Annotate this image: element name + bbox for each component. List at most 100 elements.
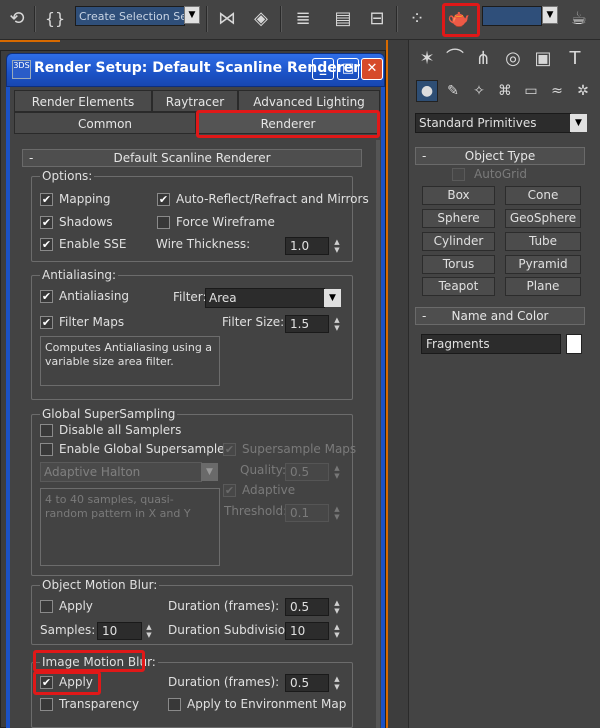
threshold-spinner[interactable]: 0.1 xyxy=(285,504,329,522)
object-blur-apply-checkbox[interactable] xyxy=(40,600,53,613)
shapes-icon[interactable]: ✎ xyxy=(440,78,466,104)
threshold-label: Threshold: xyxy=(224,504,288,518)
shadows-label: Shadows xyxy=(59,215,113,229)
supersample-maps-checkbox[interactable]: ✔ xyxy=(223,443,236,456)
chevron-down-icon[interactable]: ▼ xyxy=(184,6,200,24)
enable-sse-checkbox[interactable]: ✔ xyxy=(40,238,53,251)
collapse-icon[interactable]: - xyxy=(422,148,426,164)
curve-editor-icon[interactable]: ▤ xyxy=(330,6,356,32)
hierarchy-tab-icon[interactable]: ⋔ xyxy=(470,46,496,72)
spinner-arrows-icon[interactable]: ▲ ▼ xyxy=(332,316,342,334)
render-setup-highlight xyxy=(442,3,480,37)
wire-thickness-label: Wire Thickness: xyxy=(156,237,251,251)
layer-manager-icon[interactable]: ≣ xyxy=(290,6,316,32)
chevron-down-icon[interactable]: ▼ xyxy=(542,6,558,24)
spinner-arrows-icon[interactable]: ▲ ▼ xyxy=(144,623,154,641)
helpers-icon[interactable]: ▭ xyxy=(518,78,544,104)
spinner-arrows-icon[interactable]: ▲ ▼ xyxy=(332,505,342,523)
cylinder-button[interactable]: Cylinder xyxy=(422,232,495,251)
named-selection-icon[interactable]: {} xyxy=(42,6,68,32)
tab-common[interactable]: Common xyxy=(14,112,196,134)
schematic-view-icon[interactable]: ⊟ xyxy=(364,6,390,32)
cameras-icon[interactable]: ⌘ xyxy=(492,78,518,104)
sphere-button[interactable]: Sphere xyxy=(422,209,495,228)
auto-reflect-checkbox[interactable]: ✔ xyxy=(157,193,170,206)
filter-size-spinner[interactable]: 1.5 xyxy=(285,315,329,333)
systems-icon[interactable]: ✲ xyxy=(570,78,596,104)
cone-button[interactable]: Cone xyxy=(505,186,581,205)
utilities-tab-icon[interactable]: T xyxy=(562,46,588,72)
render-type-combo[interactable] xyxy=(482,6,542,26)
adaptive-checkbox[interactable]: ✔ xyxy=(223,484,236,497)
tab-advanced-lighting[interactable]: Advanced Lighting xyxy=(238,90,380,112)
autogrid-checkbox[interactable] xyxy=(452,168,465,181)
group-title: Options: xyxy=(40,169,95,183)
filter-maps-checkbox[interactable]: ✔ xyxy=(40,316,53,329)
samples-spinner[interactable]: 10 xyxy=(97,622,142,640)
antialiasing-checkbox[interactable]: ✔ xyxy=(40,290,53,303)
object-type-header[interactable]: - Object Type xyxy=(415,147,585,165)
object-type-title: Object Type xyxy=(464,149,536,163)
chevron-down-icon[interactable]: ▼ xyxy=(570,114,587,132)
apply-env-map-checkbox[interactable] xyxy=(168,698,181,711)
spacewarps-icon[interactable]: ≈ xyxy=(544,78,570,104)
3dsmax-app-icon: 3DS xyxy=(12,60,31,79)
tab-raytracer[interactable]: Raytracer xyxy=(152,90,238,112)
transparency-checkbox[interactable] xyxy=(40,698,53,711)
chevron-down-icon[interactable]: ▼ xyxy=(324,289,341,307)
spinner-arrows-icon[interactable]: ▲ ▼ xyxy=(332,675,342,693)
rollout-title: Default Scanline Renderer xyxy=(113,151,271,165)
mirror-icon[interactable]: ⋈ xyxy=(214,6,240,32)
spinner-arrows-icon[interactable]: ▲ ▼ xyxy=(332,464,342,482)
teapot-render-icon[interactable]: ☕ xyxy=(566,6,592,32)
tube-button[interactable]: Tube xyxy=(505,232,581,251)
spinner-arrows-icon[interactable]: ▲ ▼ xyxy=(332,599,342,617)
mapping-checkbox[interactable]: ✔ xyxy=(40,193,53,206)
rollout-header[interactable]: - Default Scanline Renderer xyxy=(22,149,362,167)
plane-button[interactable]: Plane xyxy=(505,277,581,296)
select-link-icon[interactable]: ⟲ xyxy=(4,6,30,32)
force-wireframe-checkbox[interactable] xyxy=(157,216,170,229)
subdivisions-spinner[interactable]: 10 xyxy=(285,622,329,640)
display-tab-icon[interactable]: ▣ xyxy=(530,46,556,72)
object-blur-duration-spinner[interactable]: 0.5 xyxy=(285,598,329,616)
collapse-icon[interactable]: - xyxy=(29,150,33,166)
wire-thickness-spinner[interactable]: 1.0 xyxy=(285,237,329,255)
lights-icon[interactable]: ✧ xyxy=(466,78,492,104)
close-button[interactable]: ✕ xyxy=(361,58,383,80)
scrollbar[interactable] xyxy=(376,140,380,728)
image-blur-duration-spinner[interactable]: 0.5 xyxy=(285,674,329,692)
chevron-down-icon[interactable]: ▼ xyxy=(201,463,218,481)
disable-samplers-checkbox[interactable] xyxy=(40,424,53,437)
selection-set-combo[interactable]: Create Selection Set xyxy=(75,6,185,26)
enable-global-checkbox[interactable] xyxy=(40,443,53,456)
align-icon[interactable]: ◈ xyxy=(248,6,274,32)
torus-button[interactable]: Torus xyxy=(422,255,495,274)
create-tab-icon[interactable]: ✶ xyxy=(414,46,440,72)
collapse-icon[interactable]: - xyxy=(422,308,426,324)
modify-tab-icon[interactable]: ⌒ xyxy=(442,46,468,72)
maximize-button[interactable]: □ xyxy=(337,58,359,80)
material-editor-icon[interactable]: ⁘ xyxy=(404,6,430,32)
samples-label: Samples: xyxy=(40,623,96,637)
geometry-icon[interactable]: ● xyxy=(416,80,438,102)
box-button[interactable]: Box xyxy=(422,186,495,205)
motion-tab-icon[interactable]: ◎ xyxy=(500,46,526,72)
spinner-arrows-icon[interactable]: ▲ ▼ xyxy=(332,623,342,641)
tab-render-elements[interactable]: Render Elements xyxy=(14,90,152,112)
object-color-swatch[interactable] xyxy=(566,334,582,354)
object-name-field[interactable]: Fragments xyxy=(421,334,561,354)
quality-spinner[interactable]: 0.5 xyxy=(285,463,329,481)
sampler-dropdown[interactable]: Adaptive Halton xyxy=(40,462,202,482)
teapot-button[interactable]: Teapot xyxy=(422,277,495,296)
apply-highlight xyxy=(33,671,101,695)
filter-dropdown[interactable]: Area xyxy=(205,288,325,308)
minimize-button[interactable]: _ xyxy=(312,58,334,80)
spinner-arrows-icon[interactable]: ▲ ▼ xyxy=(332,238,342,256)
category-dropdown[interactable]: Standard Primitives xyxy=(415,113,571,133)
name-color-header[interactable]: - Name and Color xyxy=(415,307,585,325)
image-blur-duration-label: Duration (frames): xyxy=(168,675,280,689)
geosphere-button[interactable]: GeoSphere xyxy=(505,209,581,228)
shadows-checkbox[interactable]: ✔ xyxy=(40,216,53,229)
pyramid-button[interactable]: Pyramid xyxy=(505,255,581,274)
